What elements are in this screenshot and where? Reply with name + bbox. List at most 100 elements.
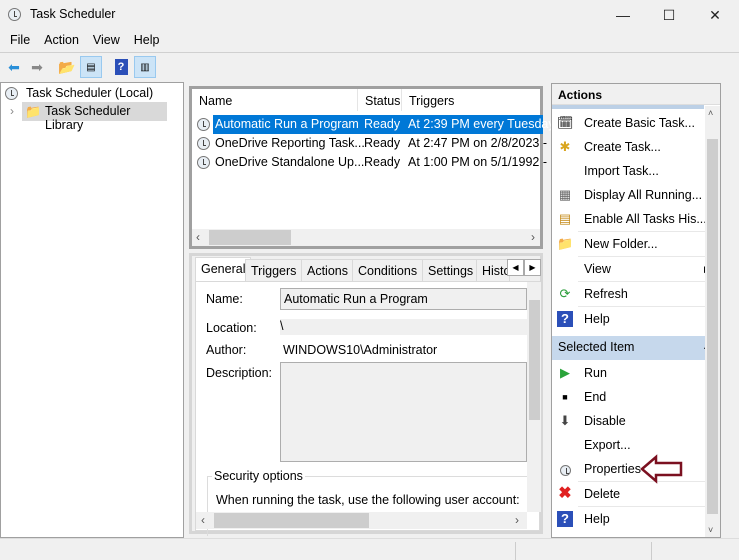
location-label: Location: [206,321,257,335]
action-delete[interactable]: ✖ Delete [552,482,717,506]
action-run[interactable]: ▶ Run [552,361,717,385]
action-export[interactable]: Export... [552,433,717,457]
task-triggers: At 2:47 PM on 2/8/2023 - ... [408,136,561,150]
task-clock-icon [197,137,210,150]
scroll-down-icon[interactable]: ˅ [708,525,713,535]
menu-help[interactable]: Help [127,33,167,47]
tab-history[interactable]: Histo [476,259,510,281]
folder-icon: 📁 [557,236,574,251]
action-display-running[interactable]: ▦ Display All Running... [552,183,717,207]
task-status: Ready [364,155,401,169]
help-icon: ? [557,511,573,527]
properties-clock-icon [559,465,571,477]
window-title: Task Scheduler [30,7,116,21]
task-list: Name Status Triggers Automatic Run a Pro… [189,86,561,249]
task-clock-icon [197,118,210,131]
column-name[interactable]: Name [192,89,358,111]
task-clock-icon [197,156,210,169]
column-triggers[interactable]: Triggers [402,89,542,111]
back-icon[interactable]: ⬅ [3,56,25,78]
scroll-up-icon[interactable]: ˄ [708,108,713,118]
refresh-icon: ⟳ [559,286,571,301]
description-field[interactable] [280,362,527,462]
menu-action[interactable]: Action [37,33,86,47]
name-field[interactable]: Automatic Run a Program [280,288,527,310]
menu-view[interactable]: View [86,33,127,47]
tree-item-library[interactable]: 📁 Task Scheduler Library [22,102,167,132]
action-refresh[interactable]: ⟳ Refresh [552,282,717,306]
folder-up-icon[interactable]: 📂 [56,56,78,78]
action-pane-icon[interactable]: ▥ [134,56,156,78]
action-properties[interactable]: Properties [552,457,717,481]
running-tasks-icon: ▦ [558,187,572,202]
horizontal-scrollbar[interactable]: ‹ › [196,512,527,529]
task-name: OneDrive Reporting Task... [215,136,365,150]
description-label: Description: [206,366,272,380]
close-button[interactable]: ✕ [692,0,738,30]
run-icon: ▶ [560,365,570,380]
vertical-scrollbar[interactable]: ˄ ˅ [705,106,720,537]
console-tree-icon[interactable]: ▤ [80,56,102,78]
tab-scroll-right-icon[interactable]: ▶ [524,259,541,276]
horizontal-scrollbar[interactable]: ‹ › [192,229,540,246]
action-create-task[interactable]: ✱ Create Task... [552,135,717,159]
task-name: Automatic Run a Program [215,117,359,131]
actions-pane: Actions 🗓 Create Basic Task... ✱ Create Ta… [551,83,721,538]
minimize-button[interactable]: — [600,0,646,30]
scrollbar-thumb[interactable] [707,139,718,514]
selected-item-header[interactable]: Selected Item ▲ [552,336,720,360]
action-import-task[interactable]: Import Task... [552,159,717,183]
forward-icon[interactable]: ➡ [26,56,48,78]
task-triggers: At 2:39 PM every Tuesday [408,117,555,131]
action-end[interactable]: ■ End [552,385,717,409]
maximize-button[interactable]: ☐ [646,0,692,30]
menu-file[interactable]: File [3,33,37,47]
action-create-basic-task[interactable]: 🗓 Create Basic Task... [552,111,717,135]
selected-item-label: Selected Item [558,340,635,354]
down-arrow-icon: ⬇ [559,413,571,428]
column-status[interactable]: Status [358,89,402,111]
tab-triggers[interactable]: Triggers [245,259,303,281]
table-row[interactable]: OneDrive Reporting Task... Ready At 2:47… [192,134,561,153]
table-row[interactable]: Automatic Run a Program Ready At 2:39 PM… [192,115,555,134]
tab-conditions[interactable]: Conditions [352,259,424,281]
tab-settings[interactable]: Settings [422,259,480,281]
chevron-right-icon[interactable]: › [10,104,14,118]
author-label: Author: [206,343,247,357]
tab-actions[interactable]: Actions [301,259,354,281]
tree-item-label: Task Scheduler Library [45,104,131,132]
divider [552,105,704,109]
action-enable-history[interactable]: ▤ Enable All Tasks His... [552,207,717,231]
task-status: Ready [364,117,401,131]
table-row[interactable]: OneDrive Standalone Up... Ready At 1:00 … [192,153,561,172]
folder-clock-icon: 📁 [25,104,42,119]
action-disable[interactable]: ⬇ Disable [552,409,717,433]
annotation-arrow-icon [640,454,683,484]
stop-icon: ■ [562,392,568,402]
scroll-left-icon[interactable]: ‹ [201,513,205,527]
divider [0,52,739,53]
tree-root[interactable]: Task Scheduler (Local) [26,86,153,100]
help-icon[interactable]: ? [114,59,128,75]
task-triggers: At 1:00 PM on 5/1/1992 - ... [408,155,561,169]
scroll-left-icon[interactable]: ‹ [196,230,200,244]
general-tab-panel: Name: Automatic Run a Program Location: … [195,281,541,536]
tab-scroll-left-icon[interactable]: ◀ [507,259,524,276]
action-view[interactable]: View▶ [552,257,717,281]
action-new-folder[interactable]: 📁 New Folder... [552,232,717,256]
help-icon: ? [557,311,573,327]
location-value: \ [280,319,527,335]
scrollbar-thumb[interactable] [529,300,540,420]
vertical-scrollbar[interactable] [527,282,541,512]
action-help[interactable]: ? Help [552,307,717,331]
calendar-clock-icon: 🗓 [557,115,574,130]
scroll-right-icon[interactable]: › [531,230,535,244]
tab-general[interactable]: General [195,257,252,282]
scrollbar-thumb[interactable] [209,230,291,245]
divider [651,542,652,560]
scroll-right-icon[interactable]: › [515,513,519,527]
scrollbar-thumb[interactable] [214,513,369,528]
action-help-selected[interactable]: ? Help [552,507,717,531]
actions-header: Actions [552,84,720,105]
task-details: General Triggers Actions Conditions Sett… [189,253,543,536]
